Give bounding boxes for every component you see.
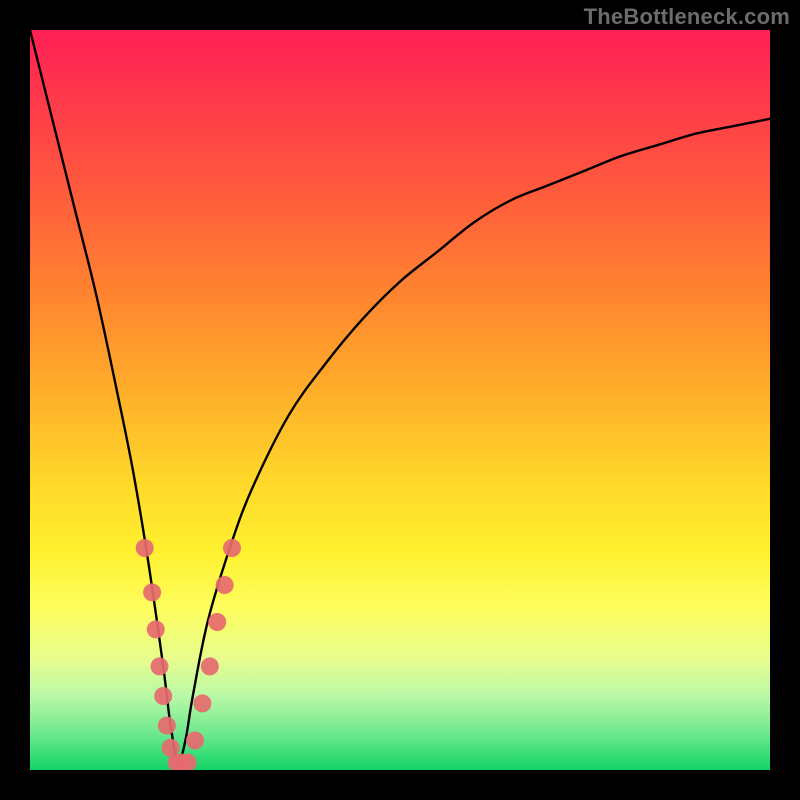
bottleneck-chart <box>30 30 770 770</box>
highlight-dot <box>208 613 226 631</box>
bottleneck-curve-line <box>30 30 770 763</box>
plot-area <box>30 30 770 770</box>
highlight-dot <box>151 657 169 675</box>
highlight-dot <box>216 576 234 594</box>
highlight-dot <box>223 539 241 557</box>
highlight-dot <box>201 657 219 675</box>
watermark-text: TheBottleneck.com <box>584 4 790 30</box>
highlight-dot <box>186 731 204 749</box>
highlight-dot <box>136 539 154 557</box>
highlight-dot <box>158 717 176 735</box>
highlight-dot <box>147 620 165 638</box>
highlight-dot <box>143 583 161 601</box>
highlight-dots-group <box>136 539 241 770</box>
highlight-dot <box>193 694 211 712</box>
outer-frame: TheBottleneck.com <box>0 0 800 800</box>
highlight-dot <box>154 687 172 705</box>
